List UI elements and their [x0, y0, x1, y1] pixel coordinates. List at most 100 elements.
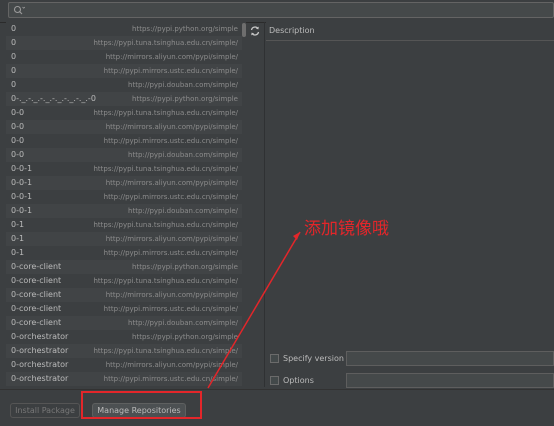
repository-url: http://mirrors.aliyun.com/pypi/simple/	[105, 291, 238, 299]
package-row[interactable]: 0-0-1 http://pypi.douban.com/simple/	[6, 204, 242, 218]
package-row[interactable]: 0-orchestrator http://mirrors.aliyun.com/…	[6, 358, 242, 372]
package-row[interactable]: 0 https://pypi.tuna.tsinghua.edu.cn/simpl…	[6, 36, 242, 50]
package-row[interactable]: 0-orchestrator https://pypi.tuna.tsinghua…	[6, 344, 242, 358]
package-row[interactable]: 0-core-client http://mirrors.aliyun.com/p…	[6, 288, 242, 302]
repository-url: http://pypi.mirrors.ustc.edu.cn/simple/	[103, 67, 238, 75]
search-icon	[13, 5, 25, 15]
repository-url: http://pypi.mirrors.ustc.edu.cn/simple/	[103, 375, 238, 383]
package-name: 0-core-client	[11, 276, 62, 285]
search-input[interactable]	[8, 2, 554, 18]
repository-url: http://mirrors.aliyun.com/pypi/simple/	[105, 123, 238, 131]
scrollbar-thumb[interactable]	[242, 23, 246, 37]
package-name: 0	[11, 80, 17, 89]
options-field[interactable]	[346, 373, 554, 388]
specify-version-row: Specify version	[270, 351, 554, 367]
package-row[interactable]: 0 http://mirrors.aliyun.com/pypi/simple/	[6, 50, 242, 64]
repository-url: https://pypi.tuna.tsinghua.edu.cn/simple…	[93, 109, 238, 117]
package-row[interactable]: 0 http://pypi.mirrors.ustc.edu.cn/simple/	[6, 64, 242, 78]
panel-divider[interactable]	[264, 22, 265, 387]
repository-url: https://pypi.tuna.tsinghua.edu.cn/simple…	[93, 277, 238, 285]
package-name: 0	[11, 52, 17, 61]
package-name: 0-core-client	[11, 290, 62, 299]
repository-url: https://pypi.tuna.tsinghua.edu.cn/simple…	[93, 347, 238, 355]
package-name: 0-._.-._.-._.-._.-._.-._.-0	[11, 94, 96, 103]
package-row[interactable]: 0-0 https://pypi.tuna.tsinghua.edu.cn/sim…	[6, 106, 242, 120]
repository-url: https://pypi.python.org/simple	[132, 333, 238, 341]
repository-url: https://pypi.python.org/simple	[132, 95, 238, 103]
specify-version-label: Specify version	[283, 354, 344, 363]
package-name: 0-orchestrator	[11, 360, 69, 369]
package-name: 0-0	[11, 150, 25, 159]
package-row[interactable]: 0-0 http://mirrors.aliyun.com/pypi/simple…	[6, 120, 242, 134]
description-header: Description	[266, 22, 554, 41]
repository-url: http://pypi.mirrors.ustc.edu.cn/simple/	[103, 249, 238, 257]
version-field[interactable]	[346, 351, 554, 366]
repository-url: https://pypi.tuna.tsinghua.edu.cn/simple…	[93, 221, 238, 229]
package-row[interactable]: 0-0-1 http://pypi.mirrors.ustc.edu.cn/sim…	[6, 190, 242, 204]
repository-url: http://pypi.mirrors.ustc.edu.cn/simple/	[103, 305, 238, 313]
package-name: 0-1	[11, 220, 25, 229]
repository-url: http://mirrors.aliyun.com/pypi/simple/	[105, 179, 238, 187]
package-name: 0-orchestrator	[11, 374, 69, 383]
install-package-button[interactable]: Install Package	[10, 403, 80, 418]
package-name: 0-0-1	[11, 178, 33, 187]
options-checkbox[interactable]	[270, 376, 279, 385]
package-name: 0-0	[11, 108, 25, 117]
repository-url: http://pypi.mirrors.ustc.edu.cn/simple/	[103, 137, 238, 145]
package-row[interactable]: 0-orchestrator http://pypi.mirrors.ustc.e…	[6, 372, 242, 386]
package-name: 0-orchestrator	[11, 332, 69, 341]
package-row[interactable]: 0-0 http://pypi.douban.com/simple/	[6, 148, 242, 162]
package-name: 0-0	[11, 122, 25, 131]
package-row[interactable]: 0-1 https://pypi.tuna.tsinghua.edu.cn/sim…	[6, 218, 242, 232]
repository-url: http://mirrors.aliyun.com/pypi/simple/	[105, 53, 238, 61]
package-name: 0-1	[11, 248, 25, 257]
repository-url: https://pypi.tuna.tsinghua.edu.cn/simple…	[93, 39, 238, 47]
package-name: 0-orchestrator	[11, 346, 69, 355]
repository-url: http://pypi.douban.com/simple/	[128, 81, 238, 89]
package-row[interactable]: 0-1 http://pypi.mirrors.ustc.edu.cn/simpl…	[6, 246, 242, 260]
package-row[interactable]: 0-orchestrator https://pypi.python.org/si…	[6, 330, 242, 344]
options-label: Options	[283, 376, 314, 385]
package-row[interactable]: 0-1 http://mirrors.aliyun.com/pypi/simple…	[6, 232, 242, 246]
package-name: 0	[11, 24, 17, 33]
repository-url: https://pypi.tuna.tsinghua.edu.cn/simple…	[93, 165, 238, 173]
repository-url: http://pypi.douban.com/simple/	[128, 151, 238, 159]
repository-url: https://pypi.python.org/simple	[132, 25, 238, 33]
options-row: Options	[270, 373, 554, 389]
package-row[interactable]: 0-core-client https://pypi.tuna.tsinghua.…	[6, 274, 242, 288]
package-name: 0-core-client	[11, 304, 62, 313]
list-scrollbar[interactable]	[242, 22, 246, 388]
package-name: 0-0	[11, 136, 25, 145]
package-list[interactable]: 0 https://pypi.python.org/simple 0 https://…	[6, 22, 242, 388]
repository-url: http://pypi.douban.com/simple/	[128, 319, 238, 327]
package-name: 0-0-1	[11, 206, 33, 215]
package-row[interactable]: 0-core-client http://pypi.douban.com/simp…	[6, 316, 242, 330]
package-name: 0-1	[11, 234, 25, 243]
package-name: 0-core-client	[11, 318, 62, 327]
specify-version-checkbox[interactable]	[270, 354, 279, 363]
package-name: 0-0-1	[11, 164, 33, 173]
package-name: 0	[11, 66, 17, 75]
repository-url: http://pypi.douban.com/simple/	[128, 207, 238, 215]
repository-url: http://mirrors.aliyun.com/pypi/simple/	[105, 235, 238, 243]
description-title: Description	[269, 26, 315, 35]
package-row[interactable]: 0 http://pypi.douban.com/simple/	[6, 78, 242, 92]
highlight-box	[81, 391, 202, 419]
repository-url: https://pypi.python.org/simple	[132, 263, 238, 271]
repository-url: http://mirrors.aliyun.com/pypi/simple/	[105, 361, 238, 369]
package-row[interactable]: 0-0 http://pypi.mirrors.ustc.edu.cn/simpl…	[6, 134, 242, 148]
refresh-icon[interactable]	[249, 25, 261, 37]
package-row[interactable]: 0-core-client https://pypi.python.org/sim…	[6, 260, 242, 274]
package-row[interactable]: 0 https://pypi.python.org/simple	[6, 22, 242, 36]
annotation-text: 添加镜像哦	[304, 219, 389, 239]
package-row[interactable]: 0-core-client http://pypi.mirrors.ustc.ed…	[6, 302, 242, 316]
package-row[interactable]: 0-._.-._.-._.-._.-._.-._.-0 https://pypi.…	[6, 92, 242, 106]
package-name: 0-core-client	[11, 262, 62, 271]
description-panel	[266, 41, 554, 342]
repository-url: http://pypi.mirrors.ustc.edu.cn/simple/	[103, 193, 238, 201]
package-name: 0	[11, 38, 17, 47]
top-bar	[0, 0, 554, 23]
package-row[interactable]: 0-0-1 https://pypi.tuna.tsinghua.edu.cn/s…	[6, 162, 242, 176]
package-row[interactable]: 0-0-1 http://mirrors.aliyun.com/pypi/simp…	[6, 176, 242, 190]
package-name: 0-0-1	[11, 192, 33, 201]
